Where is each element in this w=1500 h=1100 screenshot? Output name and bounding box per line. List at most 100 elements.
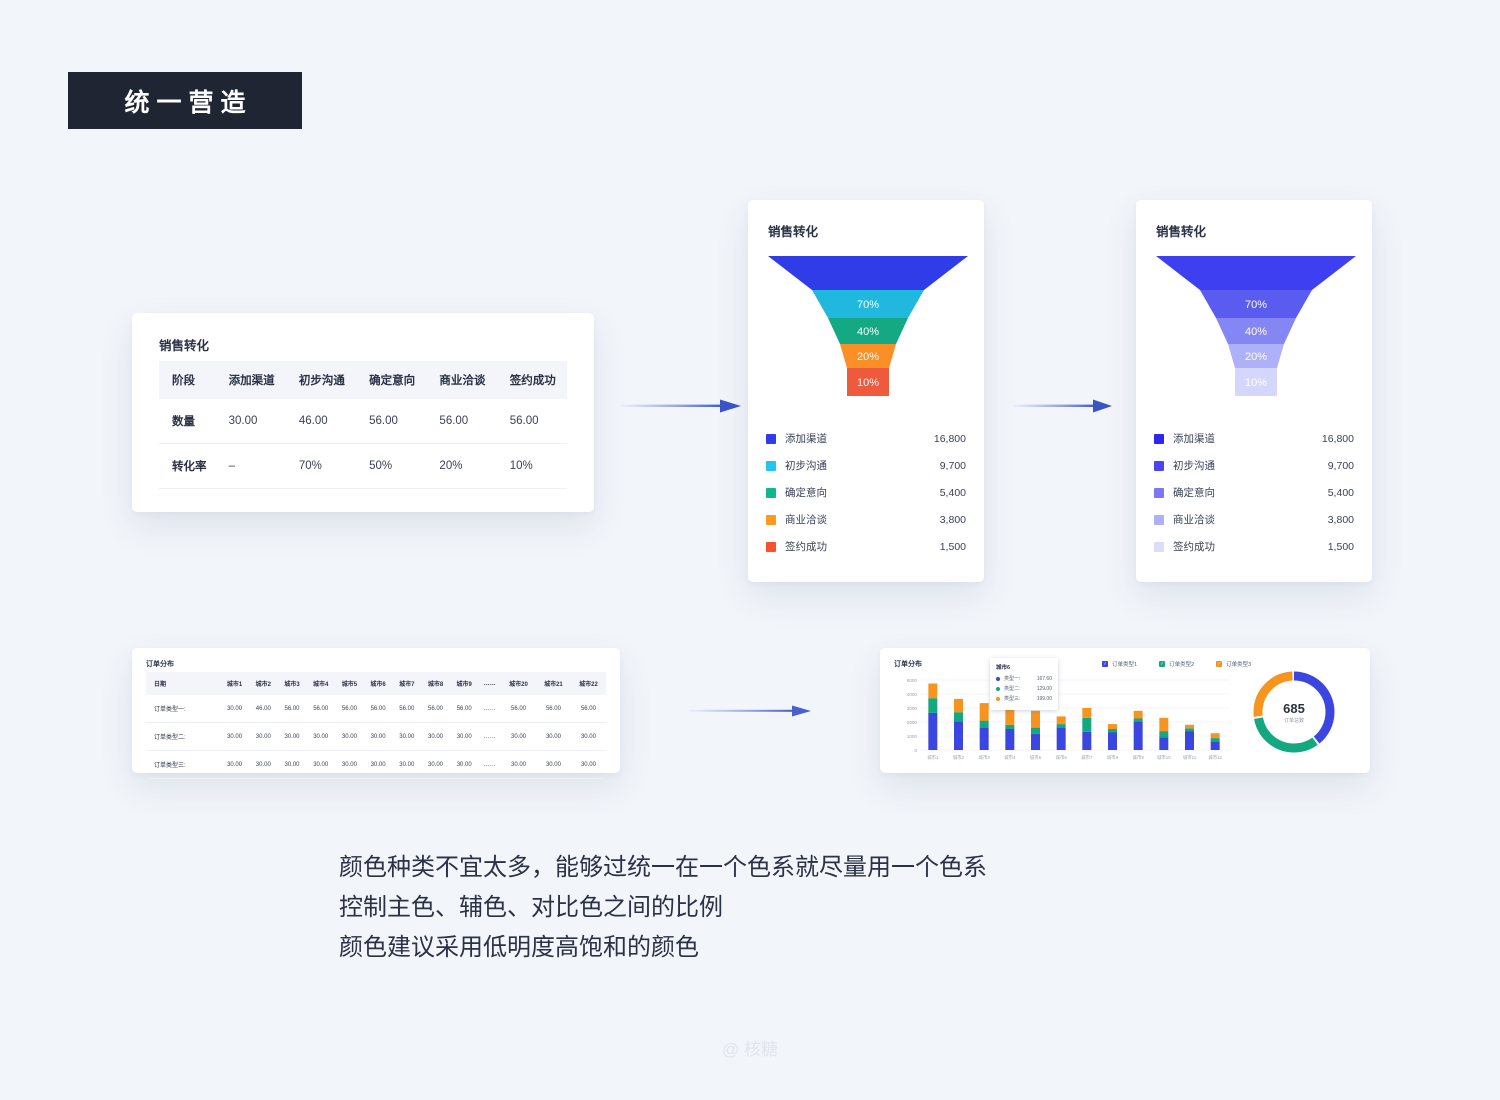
bar-segment[interactable]: [1056, 724, 1066, 728]
bar-segment[interactable]: [979, 703, 989, 721]
legend-checkbox[interactable]: ✓: [1216, 661, 1223, 667]
column-header: 城市9: [449, 672, 479, 695]
bar-segment[interactable]: [1005, 724, 1015, 729]
table-cell: ……: [478, 695, 502, 723]
y-axis-tick-label: 4000: [907, 692, 918, 697]
bar-segment[interactable]: [1159, 731, 1169, 738]
legend-item[interactable]: 初步沟通 9,700: [1154, 452, 1354, 479]
table-cell: 56.00: [277, 695, 307, 723]
legend-checkbox[interactable]: ✓: [1159, 661, 1166, 667]
legend-item[interactable]: 确定意向 5,400: [1154, 479, 1354, 506]
bar-segment[interactable]: [1082, 708, 1092, 718]
x-axis-tick-label: 城市1: [927, 754, 939, 761]
legend-swatch: [766, 514, 776, 525]
funnel-band-label: 40%: [857, 326, 879, 338]
bar-segment[interactable]: [979, 720, 989, 728]
column-header: 城市5: [335, 672, 364, 695]
bar-segment[interactable]: [954, 698, 963, 713]
bar-segment[interactable]: [1133, 721, 1143, 750]
funnel-chart-monochrome: 70% 40% 20% 10%: [1156, 256, 1356, 396]
bar-segment[interactable]: [1159, 717, 1169, 732]
bar-segment[interactable]: [1133, 710, 1143, 719]
bar-segment[interactable]: [1108, 732, 1117, 751]
table-cell: 56.00: [356, 399, 427, 444]
bar-segment[interactable]: [1108, 729, 1117, 733]
bar-segment[interactable]: [1056, 716, 1066, 725]
legend-label: 添加渠道: [785, 433, 827, 445]
table-cell: 56.00: [363, 695, 393, 723]
funnel-band-label: 40%: [1245, 326, 1267, 338]
legend-item[interactable]: 签约成功 1,500: [1154, 533, 1354, 560]
bar-segment[interactable]: [1005, 729, 1015, 750]
bar-segment[interactable]: [1031, 727, 1040, 734]
bar-segment[interactable]: [1210, 741, 1220, 750]
x-axis-tick-label: 城市11: [1183, 754, 1197, 761]
table-cell: 70%: [285, 443, 357, 489]
tooltip-series-value: 129.00: [1036, 685, 1052, 692]
bar-segment[interactable]: [1185, 731, 1194, 750]
legend-checkbox[interactable]: ✓: [1102, 661, 1108, 667]
bar-segment[interactable]: [928, 683, 938, 699]
legend-item[interactable]: 签约成功 1,500: [766, 533, 966, 560]
column-header: 城市1: [220, 672, 249, 695]
funnel-card-monochrome: 销售转化 70% 40% 20% 10% 添加渠道 16,800 初步沟通 9,700 确定意…: [1136, 200, 1372, 582]
bar-segment[interactable]: [1108, 724, 1117, 729]
stacked-bar-svg: 0 1000 2000 3000 4000 5000 城市1 城市2 城市3 城市4 城市5 城市6 城…: [907, 678, 1230, 761]
chart-legend-item[interactable]: ✓ 订单类型2: [1159, 660, 1194, 668]
table-cell: 30.00: [363, 750, 393, 779]
table-cell: 30.00: [392, 750, 422, 779]
bar-segment[interactable]: [979, 727, 989, 750]
bar-segment[interactable]: [1056, 727, 1066, 750]
legend-label: 商业洽谈: [785, 514, 827, 526]
table-cell: 56.00: [426, 399, 497, 444]
flow-arrow-right-icon: [620, 398, 742, 419]
bar-segment[interactable]: [1031, 710, 1040, 728]
bar-segment[interactable]: [1210, 738, 1220, 742]
chart-legend-item[interactable]: ✓ 订单类型1: [1102, 660, 1137, 668]
bar-segment[interactable]: [1159, 737, 1169, 750]
bar-segment[interactable]: [1185, 724, 1194, 729]
legend-item[interactable]: 商业洽谈 3,800: [766, 506, 966, 533]
row-label: 订单类型三:: [146, 750, 221, 779]
funnel-svg: 70% 40% 20% 10%: [1156, 256, 1356, 396]
flow-arrow-right-icon: [1013, 398, 1113, 419]
bar-segment[interactable]: [1031, 733, 1040, 750]
table-cell: 30.00: [220, 750, 249, 779]
table-cell: –: [215, 443, 286, 489]
table-cell: 50%: [356, 443, 427, 489]
funnel-svg: 70% 40% 20% 10%: [768, 256, 968, 396]
legend-item[interactable]: 初步沟通 9,700: [766, 452, 966, 479]
legend-swatch: [766, 487, 776, 498]
bar-segment[interactable]: [1082, 731, 1092, 750]
funnel-band-label: 70%: [857, 299, 879, 311]
table-cell: 30.00: [535, 722, 571, 751]
legend-item[interactable]: 添加渠道 16,800: [766, 425, 966, 452]
bar-segment[interactable]: [928, 698, 938, 713]
column-header: 阶段: [159, 361, 216, 399]
table-header-row: 日期 城市1 城市2 城市3 城市4 城市5 城市6 城市7 城市8 城市9…… 城市20 城市21 城…: [146, 672, 606, 695]
chart-legend-item[interactable]: ✓ 订单类型3: [1216, 660, 1251, 668]
bar-segment[interactable]: [954, 721, 963, 750]
column-header: 城市8: [421, 672, 450, 695]
table-cell: 30.00: [306, 750, 336, 779]
legend-swatch: [1154, 514, 1164, 525]
legend-item[interactable]: 确定意向 5,400: [766, 479, 966, 506]
bar-segment[interactable]: [1185, 728, 1194, 732]
donut-center-value: 685: [1283, 701, 1305, 716]
bar-segment[interactable]: [1082, 717, 1092, 732]
tooltip-dot: [996, 696, 1000, 701]
bar-segment[interactable]: [1210, 733, 1220, 739]
legend-item[interactable]: 商业洽谈 3,800: [1154, 506, 1354, 533]
legend-value: 5,400: [1327, 486, 1354, 499]
table-row: 数量 30.00 46.00 56.00 56.00 56.00: [159, 399, 567, 444]
table-cell: 30.00: [501, 750, 536, 779]
bar-segment[interactable]: [954, 712, 963, 722]
table-cell: 30.00: [449, 722, 479, 751]
tooltip-series-name: 类型二:: [1004, 686, 1021, 692]
bar-segment[interactable]: [1133, 718, 1143, 722]
legend-item[interactable]: 添加渠道 16,800: [1154, 425, 1354, 452]
donut-center-label: 订单总数: [1284, 717, 1304, 724]
conversion-table: 阶段 添加渠道 初步沟通 确定意向 商业洽谈 签约成功 数量 30.00 46.00 56.00…: [159, 361, 567, 489]
legend-swatch: [1154, 541, 1164, 552]
bar-segment[interactable]: [928, 712, 938, 750]
